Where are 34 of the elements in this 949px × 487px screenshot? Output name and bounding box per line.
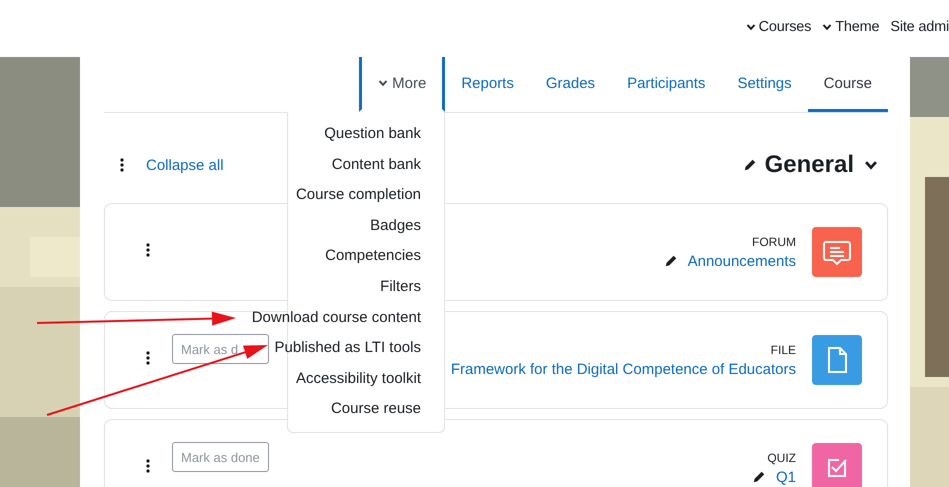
kebab-menu-icon[interactable]: [120, 158, 124, 172]
menu-item[interactable]: Question bank: [324, 119, 444, 150]
menu-item[interactable]: Badges: [370, 210, 444, 242]
course-tab[interactable]: Reports: [445, 57, 530, 112]
course-tab[interactable]: Settings: [721, 57, 808, 112]
activity-type: QUIZ: [767, 450, 796, 464]
course-tab[interactable]: Grades: [530, 57, 612, 112]
section-title: General: [764, 151, 854, 179]
course-tab[interactable]: Participants: [611, 57, 722, 112]
activity-type: FILE: [770, 342, 796, 356]
pencil-icon[interactable]: [664, 254, 678, 268]
kebab-menu-icon[interactable]: [146, 351, 150, 365]
menu-item[interactable]: Download course content: [252, 302, 444, 334]
pencil-icon[interactable]: [752, 470, 766, 484]
menu-item[interactable]: Course completion: [296, 180, 444, 211]
activity-link[interactable]: Q1: [776, 468, 796, 486]
menu-item[interactable]: Published as LTI tools: [274, 333, 444, 364]
menu-item[interactable]: Filters: [380, 272, 444, 303]
chevron-down-icon: [378, 78, 388, 88]
top-nav-link[interactable]: Courses: [746, 18, 812, 34]
menu-item[interactable]: Accessibility toolkit: [296, 364, 444, 394]
collapse-all-link[interactable]: Collapse all: [146, 156, 224, 174]
course-tab[interactable]: Course: [808, 57, 888, 112]
top-nav-link[interactable]: Site admi: [890, 18, 949, 34]
menu-item[interactable]: Content bank: [332, 150, 444, 180]
activity-link[interactable]: Framework for the Digital Competence of Educators: [450, 360, 796, 378]
menu-item[interactable]: Course reuse: [330, 394, 444, 425]
activity-type: FORUM: [752, 234, 796, 248]
menu-item[interactable]: Competencies: [325, 241, 444, 272]
top-nav-link[interactable]: Theme: [822, 18, 880, 34]
pencil-icon[interactable]: [742, 158, 757, 172]
activity-link[interactable]: Announcements: [688, 252, 796, 270]
kebab-menu-icon[interactable]: [146, 459, 150, 473]
kebab-menu-icon[interactable]: [146, 243, 150, 257]
